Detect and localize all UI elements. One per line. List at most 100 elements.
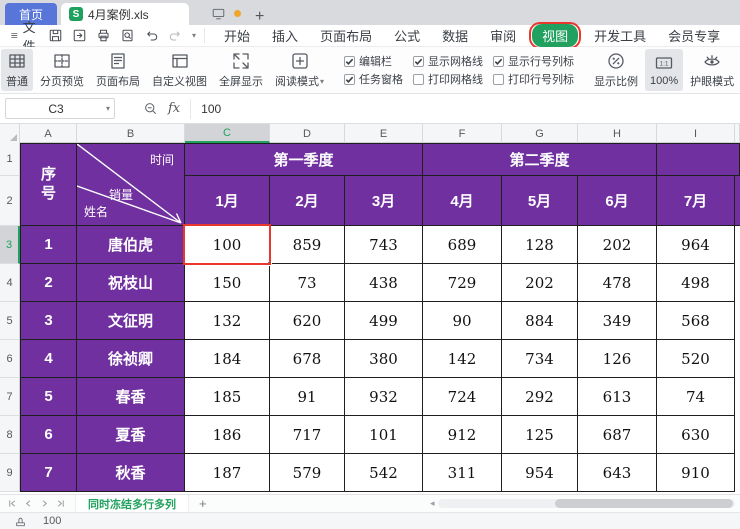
column-header-C[interactable]: C — [185, 124, 270, 143]
ribbon-button-分页预览[interactable]: 分页预览 — [35, 49, 89, 91]
cell-D5[interactable]: 620 — [270, 302, 345, 340]
menu-tab-视图[interactable]: 视图 — [532, 24, 579, 47]
row-header-4[interactable]: 4 — [0, 264, 20, 302]
ribbon-button-显示比例[interactable]: 显示比例 — [589, 49, 643, 91]
cell-F5[interactable]: 90 — [423, 302, 502, 340]
ribbon-button-护眼模式[interactable]: 护眼模式 — [685, 49, 739, 91]
prev-sheet-icon[interactable] — [24, 499, 33, 508]
save-icon[interactable] — [48, 28, 63, 43]
cell-name-文征明[interactable]: 文征明 — [77, 302, 185, 340]
cell-C5[interactable]: 132 — [185, 302, 270, 340]
row-header-8[interactable]: 8 — [0, 416, 20, 454]
scrollbar-left-arrow-icon[interactable]: ◂ — [430, 499, 435, 508]
cell-no-4[interactable]: 4 — [20, 340, 77, 378]
qat-dropdown-icon[interactable]: ▾ — [192, 31, 196, 40]
cell-G6[interactable]: 734 — [502, 340, 578, 378]
ribbon-button-阅读模式[interactable]: 阅读模式 ▾ — [270, 49, 329, 91]
header-cell-quarter1[interactable]: 第一季度 — [185, 143, 423, 176]
checkbox-显示网格线[interactable]: 显示网格线 — [413, 53, 483, 69]
cell-H8[interactable]: 687 — [578, 416, 657, 454]
cell-E3[interactable]: 743 — [345, 226, 423, 264]
cell-H3[interactable]: 202 — [578, 226, 657, 264]
cell-G5[interactable]: 884 — [502, 302, 578, 340]
horizontal-scrollbar[interactable]: ◂ — [430, 499, 735, 508]
ribbon-button-普通[interactable]: 普通 — [1, 49, 33, 91]
checkbox-编辑栏[interactable]: 编辑栏 — [344, 53, 403, 69]
cell-H5[interactable]: 349 — [578, 302, 657, 340]
cell-F4[interactable]: 729 — [423, 264, 502, 302]
cell-name-夏香[interactable]: 夏香 — [77, 416, 185, 454]
cell-name-徐祯卿[interactable]: 徐祯卿 — [77, 340, 185, 378]
checkbox-box[interactable] — [344, 55, 356, 67]
cell-C8[interactable]: 186 — [185, 416, 270, 454]
select-all-corner[interactable] — [0, 124, 20, 143]
add-sheet-button[interactable]: + — [199, 496, 207, 511]
header-cell-month-7月[interactable]: 7月 — [657, 176, 735, 226]
checkbox-box[interactable] — [413, 55, 425, 67]
cell-H7[interactable]: 613 — [578, 378, 657, 416]
menu-tab-开始[interactable]: 开始 — [215, 24, 259, 47]
cell-G7[interactable]: 292 — [502, 378, 578, 416]
cell-G8[interactable]: 125 — [502, 416, 578, 454]
cell-F8[interactable]: 912 — [423, 416, 502, 454]
cell-I6[interactable]: 520 — [657, 340, 735, 378]
cell-D7[interactable]: 91 — [270, 378, 345, 416]
column-header-G[interactable]: G — [502, 124, 578, 143]
cell-I3[interactable]: 964 — [657, 226, 735, 264]
cell-D8[interactable]: 717 — [270, 416, 345, 454]
menu-tab-数据[interactable]: 数据 — [433, 24, 477, 47]
header-cell-month-4月[interactable]: 4月 — [423, 176, 502, 226]
cell-F7[interactable]: 724 — [423, 378, 502, 416]
scrollbar-track[interactable] — [437, 499, 735, 508]
cell-name-唐伯虎[interactable]: 唐伯虎 — [77, 226, 185, 264]
cell-name-祝枝山[interactable]: 祝枝山 — [77, 264, 185, 302]
cell-no-1[interactable]: 1 — [20, 226, 77, 264]
cell-D9[interactable]: 579 — [270, 454, 345, 492]
cell-G4[interactable]: 202 — [502, 264, 578, 302]
cell-E7[interactable]: 932 — [345, 378, 423, 416]
header-cell-month-3月[interactable]: 3月 — [345, 176, 423, 226]
undo-icon[interactable] — [144, 28, 159, 43]
cell-C4[interactable]: 150 — [185, 264, 270, 302]
header-cell-diagonal[interactable]: 时间 销量 姓名 — [77, 143, 185, 226]
cell-I4[interactable]: 498 — [657, 264, 735, 302]
fill-handle[interactable] — [267, 261, 272, 266]
cell-E6[interactable]: 380 — [345, 340, 423, 378]
cell-name-春香[interactable]: 春香 — [77, 378, 185, 416]
cell-I8[interactable]: 630 — [657, 416, 735, 454]
redo-icon[interactable] — [168, 28, 183, 43]
cell-D4[interactable]: 73 — [270, 264, 345, 302]
header-cell-month-6月[interactable]: 6月 — [578, 176, 657, 226]
cell-name-秋香[interactable]: 秋香 — [77, 454, 185, 492]
checkbox-box[interactable] — [493, 55, 505, 67]
ribbon-button-全屏显示[interactable]: 全屏显示 — [214, 49, 268, 91]
sheet-tab[interactable]: 同时冻结多行多列 — [75, 494, 189, 513]
column-header-F[interactable]: F — [423, 124, 502, 143]
cell-E8[interactable]: 101 — [345, 416, 423, 454]
cell-E4[interactable]: 438 — [345, 264, 423, 302]
row-header-9[interactable]: 9 — [0, 454, 20, 492]
menu-tab-公式[interactable]: 公式 — [385, 24, 429, 47]
cell-E9[interactable]: 542 — [345, 454, 423, 492]
menu-tab-页面布局[interactable]: 页面布局 — [311, 24, 381, 47]
cell-H6[interactable]: 126 — [578, 340, 657, 378]
cell-C3[interactable]: 100 — [183, 224, 272, 266]
cell-no-3[interactable]: 3 — [20, 302, 77, 340]
column-header-I[interactable]: I — [657, 124, 735, 143]
scrollbar-thumb[interactable] — [555, 499, 733, 508]
print-icon[interactable] — [96, 28, 111, 43]
ribbon-button-自定义视图[interactable]: 自定义视图 — [147, 49, 212, 91]
cell-no-2[interactable]: 2 — [20, 264, 77, 302]
cell-C6[interactable]: 184 — [185, 340, 270, 378]
header-cell-quarter2[interactable]: 第二季度 — [423, 143, 657, 176]
ribbon-button-页面布局[interactable]: 页面布局 — [91, 49, 145, 91]
menu-tab-开发工具[interactable]: 开发工具 — [585, 24, 655, 47]
header-cell-month-5月[interactable]: 5月 — [502, 176, 578, 226]
tab-preview-icon[interactable] — [211, 6, 226, 21]
cell-no-5[interactable]: 5 — [20, 378, 77, 416]
column-header-E[interactable]: E — [345, 124, 423, 143]
column-header-partial[interactable] — [735, 124, 740, 143]
menu-tab-会员专享[interactable]: 会员专享 — [659, 24, 729, 47]
name-box-dropdown-icon[interactable]: ▾ — [106, 104, 110, 113]
checkbox-显示行号列标[interactable]: 显示行号列标 — [493, 53, 574, 69]
